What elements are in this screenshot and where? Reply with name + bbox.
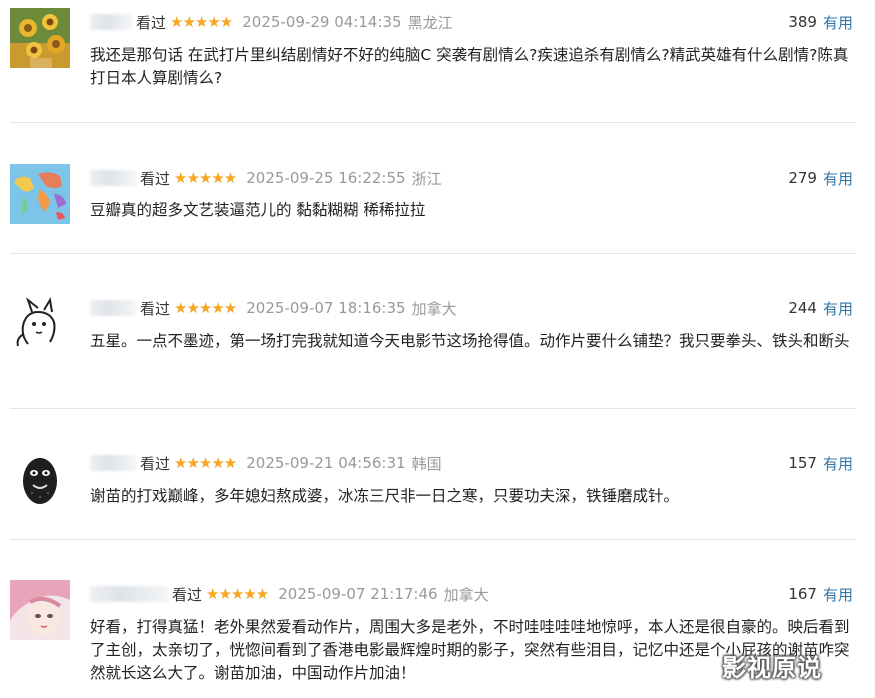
divider bbox=[10, 122, 855, 123]
username-blurred[interactable] bbox=[90, 300, 136, 316]
star-rating: ★★★★★ bbox=[174, 169, 237, 187]
watched-label: 看过 bbox=[172, 585, 203, 604]
useful-vote: 244 有用 bbox=[788, 298, 853, 318]
comment-meta: 看过 ★★★★★ 2025-09-25 16:22:55 浙江 bbox=[90, 168, 442, 188]
useful-count: 244 bbox=[788, 299, 817, 317]
useful-button[interactable]: 有用 bbox=[823, 584, 853, 605]
useful-vote: 279 有用 bbox=[788, 168, 853, 188]
star-rating: ★★★★★ bbox=[174, 299, 237, 317]
star-rating: ★★★★★ bbox=[174, 454, 237, 472]
comment-meta: 看过 ★★★★★ 2025-09-07 21:17:46 加拿大 bbox=[90, 584, 489, 604]
useful-count: 279 bbox=[788, 169, 817, 187]
comment-meta: 看过 ★★★★★ 2025-09-21 04:56:31 韩国 bbox=[90, 453, 442, 473]
comment-meta: 看过 ★★★★★ 2025-09-07 18:16:35 加拿大 bbox=[90, 298, 457, 318]
comment-time[interactable]: 2025-09-07 18:16:35 bbox=[246, 299, 405, 317]
comment-location: 浙江 bbox=[411, 169, 442, 188]
comment-time[interactable]: 2025-09-07 21:17:46 bbox=[278, 585, 437, 603]
avatar[interactable] bbox=[10, 164, 70, 224]
useful-button[interactable]: 有用 bbox=[823, 12, 853, 33]
useful-button[interactable]: 有用 bbox=[823, 298, 853, 319]
divider bbox=[10, 408, 855, 409]
comment-text: 我还是那句话 在武打片里纠结剧情好不好的纯脑C 突袭有剧情么?疾速追杀有剧情么?… bbox=[90, 46, 849, 87]
useful-button[interactable]: 有用 bbox=[823, 453, 853, 474]
watched-label: 看过 bbox=[140, 454, 171, 473]
star-rating: ★★★★★ bbox=[170, 13, 233, 31]
comment-meta: 看过 ★★★★★ 2025-09-29 04:14:35 黑龙江 bbox=[90, 12, 453, 32]
useful-count: 389 bbox=[788, 13, 817, 31]
comment-text: 豆瓣真的超多文艺装逼范儿的 黏黏糊糊 稀稀拉拉 bbox=[90, 201, 426, 219]
useful-vote: 167 有用 bbox=[788, 584, 853, 604]
useful-count: 157 bbox=[788, 454, 817, 472]
avatar[interactable] bbox=[10, 294, 70, 354]
comment-text: 五星。一点不墨迹，第一场打完我就知道今天电影节这场抢得值。动作片要什么铺垫？我只… bbox=[90, 332, 850, 350]
useful-vote: 389 有用 bbox=[788, 12, 853, 32]
comment-text: 谢苗的打戏巅峰，多年媳妇熬成婆，冰冻三尺非一日之寒，只要功夫深，铁锤磨成针。 bbox=[90, 487, 680, 505]
useful-vote: 157 有用 bbox=[788, 453, 853, 473]
avatar[interactable] bbox=[10, 8, 70, 68]
watched-label: 看过 bbox=[136, 13, 167, 32]
username-blurred[interactable] bbox=[90, 586, 168, 602]
divider bbox=[10, 253, 855, 254]
comment-time[interactable]: 2025-09-25 16:22:55 bbox=[246, 169, 405, 187]
username-blurred[interactable] bbox=[90, 14, 132, 30]
useful-button[interactable]: 有用 bbox=[823, 168, 853, 189]
username-blurred[interactable] bbox=[90, 170, 136, 186]
watermark: 影视原说 bbox=[722, 654, 822, 682]
useful-count: 167 bbox=[788, 585, 817, 603]
comment-time[interactable]: 2025-09-29 04:14:35 bbox=[242, 13, 401, 31]
divider bbox=[10, 539, 855, 540]
username-blurred[interactable] bbox=[90, 455, 136, 471]
watched-label: 看过 bbox=[140, 299, 171, 318]
watched-label: 看过 bbox=[140, 169, 171, 188]
comment-location: 黑龙江 bbox=[407, 13, 453, 32]
comment-location: 韩国 bbox=[411, 454, 442, 473]
comment-location: 加拿大 bbox=[411, 299, 457, 318]
star-rating: ★★★★★ bbox=[206, 585, 269, 603]
avatar[interactable] bbox=[10, 449, 70, 509]
comment-time[interactable]: 2025-09-21 04:56:31 bbox=[246, 454, 405, 472]
avatar[interactable] bbox=[10, 580, 70, 640]
comment-location: 加拿大 bbox=[443, 585, 489, 604]
